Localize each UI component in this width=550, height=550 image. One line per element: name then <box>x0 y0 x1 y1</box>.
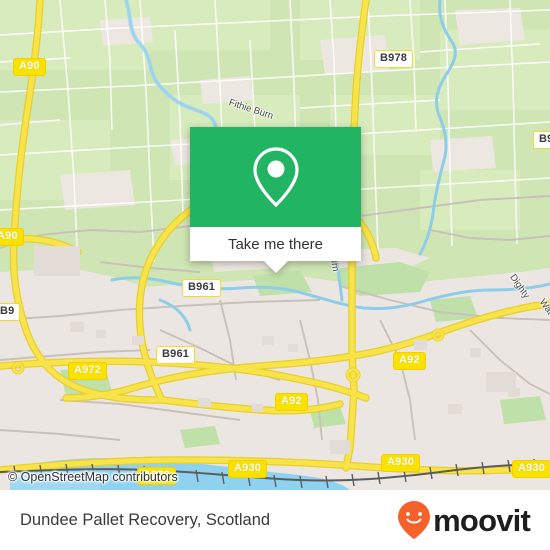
road-shield-b961-north[interactable]: B961 <box>182 279 222 297</box>
road-shield-b9-west[interactable]: B9 <box>0 303 21 321</box>
map-canvas[interactable]: A90 A90 B978 B9 B961 B961 A972 A92 A92 B… <box>0 0 550 490</box>
moovit-wordmark: moovit <box>433 502 531 538</box>
road-shield-b978[interactable]: B978 <box>374 50 414 68</box>
location-pin-icon <box>252 147 299 208</box>
road-shield-a930-mid[interactable]: A930 <box>228 460 268 478</box>
moovit-smiley-pin-icon <box>398 501 431 539</box>
footer-bar: Dundee Pallet Recovery, Scotland moovit <box>0 490 550 550</box>
place-title: Dundee Pallet Recovery, Scotland <box>20 510 271 529</box>
osm-attribution[interactable]: © OpenStreetMap contributors <box>8 470 178 484</box>
road-shield-a90-west[interactable]: A90 <box>0 228 24 246</box>
road-shield-a92-east[interactable]: A92 <box>393 352 426 370</box>
callout-action-bar[interactable]: Take me there <box>190 227 361 261</box>
callout-pointer <box>263 261 288 273</box>
road-shield-b961-south[interactable]: B961 <box>156 346 196 364</box>
road-shield-a930-far-east[interactable]: A930 <box>512 460 550 478</box>
road-shield-a972[interactable]: A972 <box>68 362 108 380</box>
callout-image-panel <box>190 127 361 227</box>
moovit-brand-logo[interactable]: moovit <box>397 500 531 540</box>
road-shield-a92-west[interactable]: A92 <box>275 393 308 411</box>
take-me-there-label: Take me there <box>227 235 324 253</box>
road-shield-a90[interactable]: A90 <box>13 58 46 76</box>
road-shield-b9-east[interactable]: B9 <box>533 131 550 149</box>
road-shield-a930-east[interactable]: A930 <box>381 454 421 472</box>
place-callout-card[interactable]: Take me there <box>190 127 361 273</box>
